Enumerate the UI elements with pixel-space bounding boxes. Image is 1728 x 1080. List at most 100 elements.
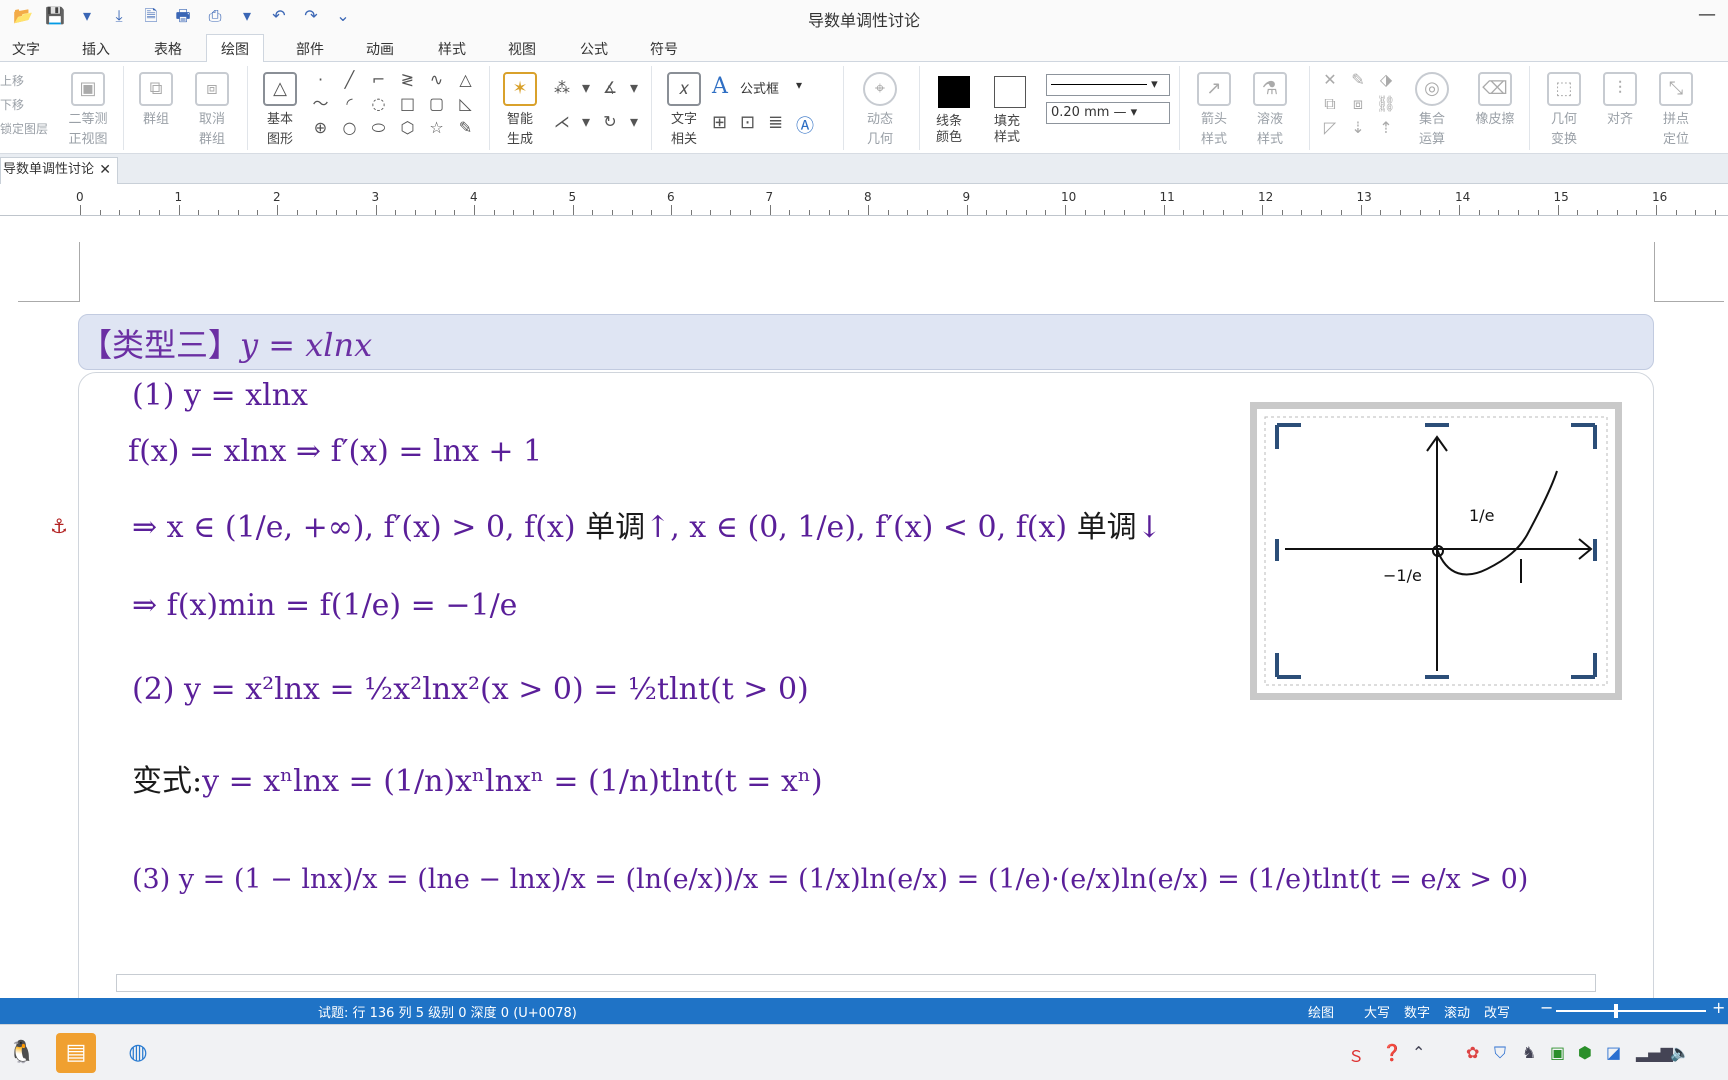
align-button[interactable]: ⫶ 对齐 [1594,68,1646,128]
line-icon[interactable]: ╱ [335,68,364,92]
spiral-icon[interactable]: ◌ [364,92,393,116]
angle-icon[interactable]: ∡ [598,76,622,110]
tag-icon[interactable]: ⬗ [1372,68,1400,92]
math-line-1[interactable]: (1) y = xlnx [132,378,308,413]
tab-symbol[interactable]: 符号 [650,39,678,59]
arrow-style-button[interactable]: ↗ 箭头 样式 [1188,68,1240,148]
hexagon-icon[interactable]: ⬡ [393,116,422,140]
dropdown-icon[interactable]: ▾ [622,76,646,110]
status-caps[interactable]: 大写 [1364,1002,1390,1021]
rounded-rect-icon[interactable]: ▢ [422,92,451,116]
zigzag-icon[interactable]: ≷ [393,68,422,92]
crop-corner-tl[interactable] [1275,423,1301,449]
tray-app1-icon[interactable]: ✿ [1466,1043,1479,1062]
group-button[interactable]: ⧉ 群组 [130,68,182,128]
tab-formula[interactable]: 公式 [580,39,608,59]
frame-icon[interactable]: ⊡ [740,112,755,133]
nvidia-icon[interactable]: ▣ [1550,1043,1565,1062]
zoom-out-icon[interactable]: − [1540,998,1553,1017]
sketch-graph-frame[interactable]: 1/e −1/e [1250,402,1622,700]
volume-icon[interactable]: 🔈 [1670,1043,1690,1062]
set-ops-button[interactable]: ◎ 集合 运算 [1406,68,1458,148]
fill-style-label[interactable]: 填充 样式 [994,114,1020,146]
dynamic-geometry-button[interactable]: ⌖ 动态 几何 [854,68,906,148]
zoom-slider[interactable] [1556,1010,1706,1012]
tray-arrow-icon[interactable]: ⌃ [1412,1043,1425,1062]
solution-style-button[interactable]: ⚗ 溶液 样式 [1244,68,1296,148]
status-num[interactable]: 数字 [1404,1002,1430,1021]
math-line-7[interactable]: (3) y = (1 − lnx)/x = (lne − lnx)/x = (l… [132,864,1528,895]
circle-icon[interactable]: ○ [335,116,364,140]
math-line-4[interactable]: ⇒ f(x)min = f(1/e) = −1/e [132,588,517,623]
scatter-icon[interactable]: ⁂ [550,76,574,110]
math-line-5[interactable]: (2) y = x²lnx = ½x²lnx²(x > 0) = ½tlnt(t… [132,672,809,707]
eraser-button[interactable]: ⌫ 橡皮擦 [1464,68,1526,128]
tab-view[interactable]: 视图 [508,39,536,59]
tab-animation[interactable]: 动画 [366,39,394,59]
basic-shapes-button[interactable]: △ 基本 图形 [254,68,306,148]
shield-icon[interactable]: ⛉ [1494,1043,1506,1063]
app-taskbar-icon[interactable]: ▤ [56,1033,96,1073]
copy-icon[interactable]: ⧉ [1316,92,1344,116]
arc-icon[interactable]: ◜ [335,92,364,116]
line-color-swatch[interactable] [938,76,970,108]
tab-insert[interactable]: 插入 [82,39,110,59]
dropdown-icon[interactable]: ▾ [796,78,802,92]
anchor-icon[interactable]: ⚓ [50,514,68,538]
network-icon[interactable]: ▂▄▆ [1636,1043,1673,1062]
line-color-label[interactable]: 线条 颜色 [936,114,962,146]
crop-corner-bl[interactable] [1275,653,1301,679]
right-triangle-icon[interactable]: ◺ [451,92,480,116]
tab-style[interactable]: 样式 [438,39,466,59]
qq-penguin-icon[interactable]: 🐧 [2,1033,42,1073]
pen-icon[interactable]: ✎ [1344,68,1372,92]
tray-app4-icon[interactable]: ◪ [1606,1043,1621,1062]
horizontal-ruler[interactable]: 0 1 2 3 4 5 6 7 8 9 10 11 12 13 14 15 16 [0,184,1728,216]
tray-app3-icon[interactable]: ⬢ [1578,1043,1592,1062]
tab-parts[interactable]: 部件 [296,39,324,59]
corner-icon[interactable]: ◸ [1316,116,1344,140]
link-icon[interactable]: ⛓ [1372,92,1400,116]
font-a-icon[interactable]: A [712,74,728,99]
solid-front-button[interactable]: ▣ 二等测 正视图 [58,68,118,148]
rotate-icon[interactable]: ↻ [598,110,622,144]
snap-button[interactable]: ⤡ 拼点 定位 [1650,68,1702,148]
math-line-6[interactable]: 变式:y = xⁿlnx = (1/n)xⁿlnxⁿ = (1/n)tlnt(t… [132,756,823,800]
ellipse-icon[interactable]: ⬭ [364,116,393,140]
geom-transform-button[interactable]: ⬚ 几何 变换 [1538,68,1590,148]
circle-plus-icon[interactable]: ⊕ [306,116,335,140]
formula-box-button[interactable]: 公式框 [740,78,779,97]
status-mode-draw[interactable]: 绘图 [1308,1002,1334,1021]
vector-icon[interactable]: ⋌ [550,110,574,144]
zoom-in-icon[interactable]: + [1712,998,1725,1017]
horizontal-scrollbar[interactable] [116,974,1596,992]
help-icon[interactable]: ❓ [1382,1043,1402,1062]
line-type-select[interactable]: ▾ [1046,74,1170,96]
dropdown-icon[interactable]: ▾ [622,110,646,144]
status-scroll[interactable]: 滚动 [1444,1002,1470,1021]
smart-generate-button[interactable]: ✶ 智能 生成 [494,68,546,148]
status-overwrite[interactable]: 改写 [1484,1002,1510,1021]
tray-app2-icon[interactable]: ♞ [1522,1043,1536,1062]
freeline-icon[interactable]: 〜 [306,92,335,116]
rectangle-icon[interactable]: □ [393,92,422,116]
browser-taskbar-icon[interactable]: ◍ [118,1033,158,1073]
dropdown-icon[interactable]: ▾ [574,76,598,110]
minimize-button[interactable]: — [1698,4,1716,25]
cut-icon[interactable]: ✕ [1316,68,1344,92]
up-icon[interactable]: ⇡ [1372,116,1400,140]
tab-text[interactable]: 文字 [12,39,40,59]
ungroup-button[interactable]: ⧈ 取消 群组 [186,68,238,148]
ime-icon[interactable]: Ｓ [1348,1043,1364,1067]
line-width-select[interactable]: 0.20 mm — ▾ [1046,102,1170,124]
crop-corner-tr[interactable] [1571,423,1597,449]
math-line-3[interactable]: ⇒ x ∈ (1/e, +∞), f′(x) > 0, f(x) 单调↑, x … [132,502,1162,546]
crop-corner-br[interactable] [1571,653,1597,679]
fill-style-swatch[interactable] [994,76,1026,108]
list-icon[interactable]: ≣ [768,112,783,133]
paste-icon[interactable]: ⧈ [1344,92,1372,116]
down-icon[interactable]: ⇣ [1344,116,1372,140]
star-icon[interactable]: ☆ [422,116,451,140]
triangle-icon[interactable]: △ [451,68,480,92]
text-related-button[interactable]: 𝑥 文字 相关 [658,68,710,148]
